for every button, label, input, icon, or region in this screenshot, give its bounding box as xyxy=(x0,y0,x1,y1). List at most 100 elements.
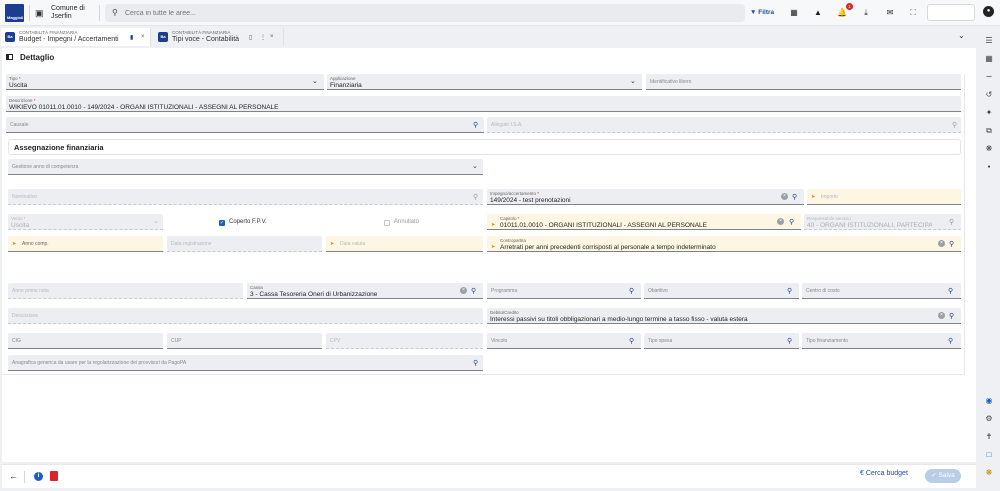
tipo-finanziamento-input[interactable]: Tipo finanziamento ⚲ xyxy=(802,333,961,349)
user-selector[interactable] xyxy=(927,4,975,21)
identificativo-input[interactable]: Identificativo libero xyxy=(646,74,961,90)
close-icon[interactable]: × xyxy=(141,34,145,40)
debito-credito-input[interactable]: Debito/Credito Interessi passivi su tito… xyxy=(487,308,961,324)
info-icon[interactable]: i xyxy=(34,472,43,481)
coperto-fpv-checkbox[interactable]: ✓ xyxy=(219,220,225,226)
tipo-select[interactable]: Tipo * Uscita ⌄ xyxy=(6,74,324,90)
causale-input[interactable]: Causale ⚲ xyxy=(6,117,484,133)
filter-label: Filtra xyxy=(758,9,775,16)
settings-icon[interactable]: ⚙ xyxy=(983,413,995,425)
dashboard-icon[interactable]: ▦ xyxy=(788,7,800,19)
search-icon[interactable]: ⚲ xyxy=(629,337,634,345)
divider xyxy=(2,374,965,375)
divider xyxy=(99,5,100,21)
more-icon[interactable]: ⋮ xyxy=(260,34,266,41)
search-icon[interactable]: ⚲ xyxy=(792,193,797,201)
bookmark-icon[interactable]: ▮ xyxy=(130,34,133,41)
clear-icon[interactable]: × xyxy=(938,312,945,319)
search-icon[interactable]: ⚲ xyxy=(948,287,953,295)
search-icon[interactable]: ⚲ xyxy=(949,240,954,248)
capitolo-input[interactable]: ➤ Capitolo * 01011.01.0010 - ORGANI ISTI… xyxy=(487,214,801,230)
trend-icon[interactable]: ∼ xyxy=(983,71,995,83)
app-logo[interactable]: Maggioli xyxy=(5,4,24,22)
detail-panel: Dettaglio Tipo * Uscita ⌄ Applicazione F… xyxy=(2,48,976,462)
logo-text: Maggioli xyxy=(7,15,24,20)
download-icon[interactable]: ⤓ xyxy=(860,7,872,19)
cassa-input[interactable]: Cassa 3 - Cassa Tesoreria Oneri di Urban… xyxy=(247,283,483,299)
location-icon[interactable]: ◉ xyxy=(983,395,995,407)
contropartita-input[interactable]: ➤ Contropartita Arretrati per anni prece… xyxy=(487,236,961,252)
descrizione-input[interactable]: Descrizione * WIKIEVO 01011.01.0010 - 14… xyxy=(6,96,961,112)
user-avatar-icon[interactable]: ● xyxy=(983,6,994,17)
fullscreen-icon[interactable]: ⛶ xyxy=(907,7,919,19)
field-placeholder: Gestione anno di competenza xyxy=(12,164,79,170)
impegno-input[interactable]: Impegno/accertamento * 149/2024 - test p… xyxy=(487,189,804,205)
search-icon[interactable]: ⚲ xyxy=(787,337,792,345)
global-search[interactable]: ⚲ xyxy=(105,4,745,22)
close-icon[interactable]: × xyxy=(270,34,274,40)
accessibility-icon[interactable]: ✝ xyxy=(983,431,995,443)
salva-button[interactable]: ✓ Salva xyxy=(925,469,961,483)
book-icon[interactable]: ▦ xyxy=(983,53,995,65)
cig-input[interactable]: CIG xyxy=(8,333,163,349)
search-icon: ⚲ xyxy=(949,219,955,226)
app-icon: Ba xyxy=(158,32,168,42)
top-bar: Maggioli ▣ Comune di Jserfin ⚲ ▼ Filtra … xyxy=(0,0,1000,26)
gestione-select[interactable]: Gestione anno di competenza ⌄ xyxy=(8,159,483,175)
clear-icon[interactable]: × xyxy=(777,218,784,225)
vincolo-input[interactable]: Vincolo ⚲ xyxy=(487,333,641,349)
chat-icon[interactable]: □ xyxy=(983,449,995,461)
mail-icon[interactable]: ✉ xyxy=(884,7,896,19)
clear-icon[interactable]: × xyxy=(938,240,945,247)
organization-name[interactable]: Comune di Jserfin xyxy=(51,5,96,21)
search-input[interactable] xyxy=(125,7,725,19)
bookmark-outline-icon[interactable]: ▯ xyxy=(249,34,252,41)
field-placeholder: Nominativo xyxy=(12,194,38,200)
search-icon[interactable]: ⚲ xyxy=(629,287,634,295)
anno-comp-input[interactable]: ➤ Anno comp. xyxy=(8,236,163,252)
help-icon[interactable]: ❋ xyxy=(983,467,995,479)
check-icon: ✓ xyxy=(931,472,937,479)
copy-icon[interactable]: ⧉ xyxy=(983,125,995,137)
clear-icon[interactable]: × xyxy=(781,193,788,200)
tipo-spesa-input[interactable]: Tipo spesa ⚲ xyxy=(644,333,799,349)
clear-icon[interactable]: × xyxy=(460,287,467,294)
list-icon[interactable]: ☰ xyxy=(983,35,995,47)
history-icon[interactable]: ↺ xyxy=(983,89,995,101)
search-icon[interactable]: ⚲ xyxy=(948,337,953,345)
field-placeholder: Anno comp. xyxy=(22,241,49,247)
chevron-down-icon[interactable]: ⌄ xyxy=(958,31,965,40)
annullato-checkbox[interactable] xyxy=(384,220,390,226)
cerca-budget-button[interactable]: € Cerca budget xyxy=(860,470,908,483)
field-placeholder: Vincolo xyxy=(491,338,508,344)
delete-icon[interactable] xyxy=(50,471,58,481)
filter-button[interactable]: ▼ Filtra xyxy=(750,6,778,19)
data-valuta-input[interactable]: ➤ Data valuta xyxy=(326,236,483,252)
field-placeholder: Anagrafica generica da usare per la rego… xyxy=(12,360,187,366)
search-icon[interactable]: ⚲ xyxy=(787,287,792,295)
warning-icon[interactable]: ▲ xyxy=(812,7,824,19)
programma-input[interactable]: Programma ⚲ xyxy=(487,283,641,299)
importo-input[interactable]: ➤ Importo xyxy=(807,189,961,205)
assegnazione-section-header[interactable]: Assegnazione finanziaria xyxy=(8,139,961,155)
field-label: Applicazione xyxy=(330,76,356,81)
back-arrow-icon[interactable]: ← xyxy=(9,471,18,481)
centro-costo-input[interactable]: Centro di costo ⚲ xyxy=(802,283,961,299)
filter-icon: ▼ xyxy=(750,9,757,16)
tab-budget-impegni[interactable]: Ba CONTABILITÀ FINANZIARIA Budget - Impe… xyxy=(1,28,151,46)
anagrafica-input[interactable]: Anagrafica generica da usare per la rego… xyxy=(8,355,483,371)
search-icon[interactable]: ⚲ xyxy=(949,312,954,320)
pin-icon[interactable]: ✦ xyxy=(983,107,995,119)
search-icon[interactable]: ⚲ xyxy=(473,121,478,129)
applicazione-select[interactable]: Applicazione Finanziaria ⌄ xyxy=(327,74,642,90)
salva-label: Salva xyxy=(938,472,955,479)
obiettivo-input[interactable]: Obiettivo ⚲ xyxy=(644,283,799,299)
field-label: Debito/Credito xyxy=(490,310,519,315)
search-icon[interactable]: ⚲ xyxy=(473,359,478,367)
arrow-icon: ➤ xyxy=(491,222,496,228)
tab-tipi-voce[interactable]: Ba CONTABILITÀ FINANZIARIA Tipi voce - C… xyxy=(154,28,284,46)
network-icon[interactable]: ❋ xyxy=(983,143,995,155)
search-icon[interactable]: ⚲ xyxy=(789,218,794,226)
cup-input[interactable]: CUP xyxy=(167,333,322,349)
search-icon[interactable]: ⚲ xyxy=(471,287,476,295)
